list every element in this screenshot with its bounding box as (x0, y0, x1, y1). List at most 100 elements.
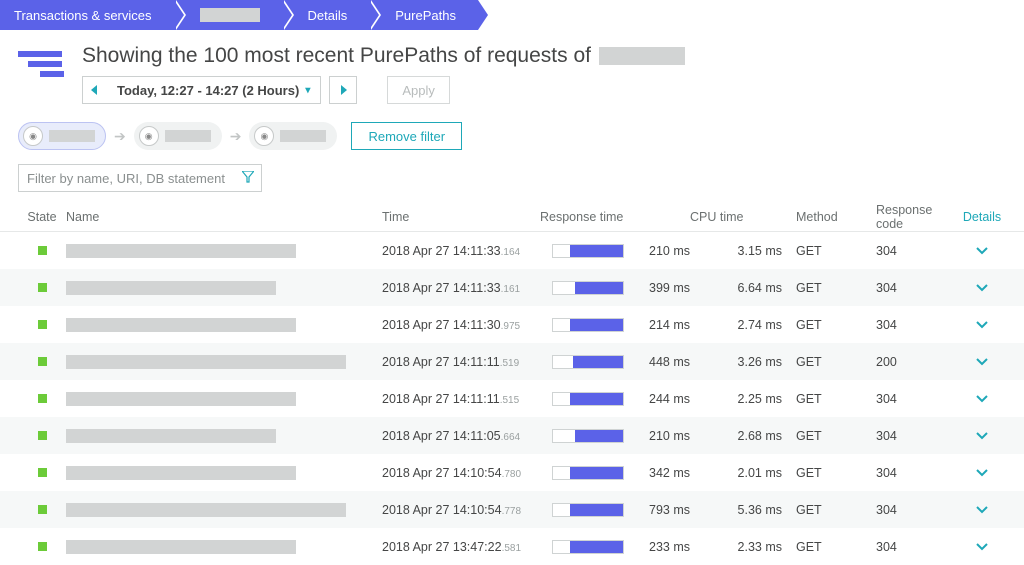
cell-code: 304 (858, 244, 958, 258)
table-row[interactable]: 2018 Apr 27 14:11:11.515 244 ms2.25 msGET… (0, 380, 1024, 417)
state-indicator (38, 357, 47, 366)
state-indicator (38, 283, 47, 292)
cell-method: GET (782, 355, 858, 369)
col-code-header[interactable]: Response code (858, 203, 958, 231)
table-row[interactable]: 2018 Apr 27 14:11:30.975214 ms2.74 msGET… (0, 306, 1024, 343)
cell-cpu: 3.26 ms (690, 355, 782, 369)
responsetime-bar (552, 540, 624, 554)
cell-method: GET (782, 540, 858, 554)
chain-arrow-icon: ➔ (230, 128, 242, 145)
service-icon: ◉ (139, 126, 159, 146)
col-name-header[interactable]: Name (66, 210, 382, 224)
col-cpu-header[interactable]: CPU time (690, 210, 782, 224)
page-title: Showing the 100 most recent PurePaths of… (82, 44, 1006, 68)
cell-responsetime: 244 ms (636, 392, 690, 406)
cell-responsetime: 399 ms (636, 281, 690, 295)
responsetime-bar (552, 466, 624, 480)
expand-row-button[interactable] (976, 392, 988, 406)
filter-chip[interactable]: ◉ (134, 122, 222, 150)
crumb-purepaths[interactable]: PurePaths (369, 0, 478, 30)
purepath-name (66, 503, 346, 517)
filter-chip[interactable]: ◉ (249, 122, 337, 150)
time-next-button[interactable] (330, 85, 356, 95)
cell-responsetime: 448 ms (636, 355, 690, 369)
cell-cpu: 2.33 ms (690, 540, 782, 554)
purepath-name (66, 429, 276, 443)
cell-responsetime: 214 ms (636, 318, 690, 332)
purepath-name (66, 466, 296, 480)
purepath-name (66, 244, 296, 258)
cell-code: 304 (858, 281, 958, 295)
crumb-service[interactable] (174, 0, 282, 30)
cell-cpu: 2.74 ms (690, 318, 782, 332)
table-row[interactable]: 2018 Apr 27 14:11:05.664210 ms2.68 msGET… (0, 417, 1024, 454)
cell-cpu: 3.15 ms (690, 244, 782, 258)
state-indicator (38, 542, 47, 551)
table-row[interactable]: 2018 Apr 27 14:11:33.164 210 ms3.15 msGET… (0, 232, 1024, 269)
expand-row-button[interactable] (976, 281, 988, 295)
table-row[interactable]: 2018 Apr 27 14:10:54.778 793 ms5.36 msGET… (0, 491, 1024, 528)
crumb-transactions[interactable]: Transactions & services (0, 0, 174, 30)
expand-row-button[interactable] (976, 503, 988, 517)
crumb-details[interactable]: Details (282, 0, 370, 30)
responsetime-bar (552, 355, 624, 369)
breadcrumb: Transactions & services Details PurePath… (0, 0, 1024, 30)
cell-time: 2018 Apr 27 14:11:33.161 (382, 281, 540, 295)
responsetime-bar (552, 244, 624, 258)
expand-row-button[interactable] (976, 429, 988, 443)
cell-method: GET (782, 466, 858, 480)
cell-time: 2018 Apr 27 14:11:33.164 (382, 244, 540, 258)
filter-chip[interactable]: ◉ (18, 122, 106, 150)
time-prev-button[interactable] (83, 85, 107, 95)
timerange-picker: Today, 12:27 - 14:27 (2 Hours) ▾ (82, 76, 321, 104)
cell-cpu: 2.25 ms (690, 392, 782, 406)
timerange-label[interactable]: Today, 12:27 - 14:27 (2 Hours) ▾ (107, 83, 320, 98)
cell-method: GET (782, 244, 858, 258)
remove-filter-button[interactable]: Remove filter (351, 122, 462, 150)
filter-chain: ◉ ➔ ◉ ➔ ◉ Remove filter (0, 104, 1024, 150)
table-row[interactable]: 2018 Apr 27 14:11:11.519448 ms3.26 msGET… (0, 343, 1024, 380)
cell-method: GET (782, 392, 858, 406)
table-header: State Name Time Response time CPU time M… (0, 202, 1024, 232)
filter-icon[interactable] (242, 171, 254, 186)
service-icon: ◉ (254, 126, 274, 146)
expand-row-button[interactable] (976, 318, 988, 332)
cell-time: 2018 Apr 27 14:11:11.515 (382, 392, 540, 406)
purepath-name (66, 318, 296, 332)
table-row[interactable]: 2018 Apr 27 14:10:54.780342 ms2.01 msGET… (0, 454, 1024, 491)
cell-code: 304 (858, 466, 958, 480)
cell-time: 2018 Apr 27 14:10:54.778 (382, 503, 540, 517)
cell-time: 2018 Apr 27 14:11:05.664 (382, 429, 540, 443)
col-method-header[interactable]: Method (782, 210, 858, 224)
cell-code: 304 (858, 429, 958, 443)
cell-method: GET (782, 429, 858, 443)
cell-cpu: 2.68 ms (690, 429, 782, 443)
expand-row-button[interactable] (976, 355, 988, 369)
apply-button[interactable]: Apply (387, 76, 450, 104)
filter-input[interactable] (18, 164, 262, 192)
table-row[interactable]: 2018 Apr 27 14:11:33.161399 ms6.64 msGET… (0, 269, 1024, 306)
cell-responsetime: 793 ms (636, 503, 690, 517)
col-time-header[interactable]: Time (382, 210, 540, 224)
cell-responsetime: 342 ms (636, 466, 690, 480)
state-indicator (38, 394, 47, 403)
cell-time: 2018 Apr 27 13:47:22.581 (382, 540, 540, 554)
col-responsetime-header[interactable]: Response time (540, 210, 690, 224)
state-indicator (38, 505, 47, 514)
cell-responsetime: 210 ms (636, 244, 690, 258)
expand-row-button[interactable] (976, 540, 988, 554)
col-state-header[interactable]: State (18, 210, 66, 224)
responsetime-bar (552, 281, 624, 295)
expand-row-button[interactable] (976, 244, 988, 258)
cell-cpu: 6.64 ms (690, 281, 782, 295)
cell-code: 304 (858, 540, 958, 554)
cell-method: GET (782, 503, 858, 517)
chain-arrow-icon: ➔ (114, 128, 126, 145)
purepath-name (66, 281, 276, 295)
expand-row-button[interactable] (976, 466, 988, 480)
cell-cpu: 5.36 ms (690, 503, 782, 517)
cell-code: 304 (858, 318, 958, 332)
cell-time: 2018 Apr 27 14:10:54.780 (382, 466, 540, 480)
chevron-down-icon: ▾ (305, 85, 310, 96)
cell-responsetime: 233 ms (636, 540, 690, 554)
